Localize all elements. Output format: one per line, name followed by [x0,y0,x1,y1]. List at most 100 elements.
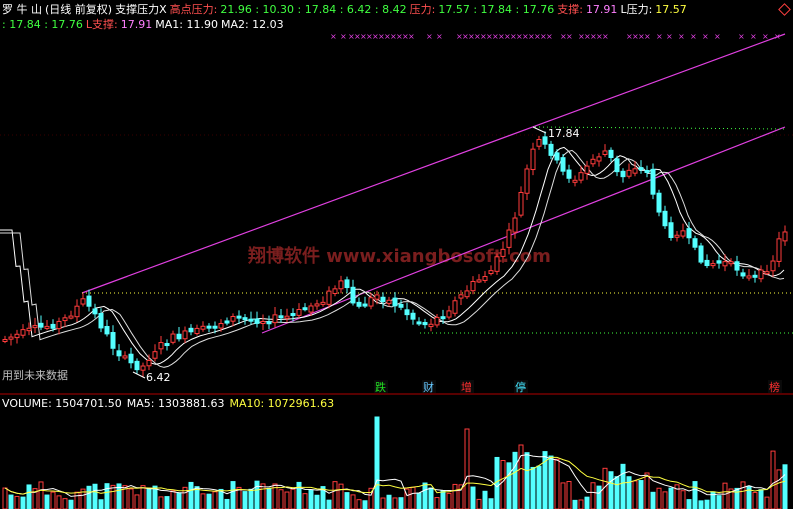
candle-body [392,297,398,307]
volume-bar [266,487,272,509]
candle-body [638,167,644,171]
candle-body [506,229,512,248]
volume-bar [770,450,776,509]
event-tag-5[interactable]: 榜 [769,380,780,394]
volume-bar [134,494,140,509]
event-tag-3[interactable]: 增 [461,380,472,394]
candle-body [602,150,608,155]
volume-bar [536,465,542,509]
candle-body [452,300,458,314]
peak-price-label: 17.84 [548,127,580,140]
candle-body [614,158,620,173]
volume-bar [260,483,266,509]
candle-body [548,143,554,156]
volume-bar [608,471,614,509]
candle-body [668,222,674,238]
candle-body [164,343,170,347]
volume-bar [650,491,656,509]
candle-body [248,318,254,322]
volume-bar [494,456,500,509]
volume-ma10-line [4,456,786,495]
signal-x-marker: × [750,32,757,41]
candle-body [446,310,452,318]
candle-body [596,156,602,162]
volume-bar [530,466,536,509]
volume-bar [350,494,356,509]
volume-bar [692,481,698,509]
candle-body [554,152,560,161]
candle-body [704,259,710,267]
volume-bar [506,462,512,509]
peak-pointer [532,126,547,134]
volume-bar [482,490,488,509]
volume-bar [170,490,176,509]
candle-body [92,308,98,315]
candle-body [86,295,92,307]
candle-body [560,157,566,172]
signal-markers: × × × × × × × × × × × × × × × × × × × × × × × × × × × × × × × × × × × × × × × ×… [330,32,781,41]
volume-bar [668,487,674,509]
candle-body [134,360,140,371]
event-tags[interactable]: 跌财增停榜 [374,380,782,394]
volume-bar [422,482,428,509]
candle-body [278,315,284,319]
volume-bar [386,494,392,509]
candle-body [650,168,656,195]
candle-body [308,305,314,313]
candle-body [620,170,626,178]
volume-bar [8,494,14,509]
candle-body [44,325,50,329]
volume-bar [212,491,218,509]
candle-body [716,260,722,264]
volume-bar [284,491,290,509]
candle-body [476,279,482,283]
candle-body [644,169,650,173]
candle-body [212,325,218,329]
volume-value: VOLUME: 1504701.50 [2,397,122,410]
volume-ma-lines [4,454,786,497]
candle-body [242,317,248,321]
volume-bar [662,491,668,509]
volume-bar [326,499,332,509]
volume-bar [218,488,224,509]
volume-bar [524,452,530,509]
future-data-note: 用到未来数据 [2,368,68,382]
signal-x-marker: × [762,32,769,41]
candle-body [26,327,32,332]
candle-body [20,329,26,336]
candle-body [686,228,692,239]
volume-bar [242,491,248,509]
volume-bar [308,489,314,509]
candle-body [104,325,110,335]
candle-body [608,149,614,159]
event-tag-4[interactable]: 停 [515,380,526,394]
candle-body [746,275,752,279]
volume-bar [20,496,26,509]
candle-body [488,270,494,275]
candle-body [116,350,122,357]
candle-body [518,191,524,216]
volume-bar [230,481,236,509]
volume-bar [98,499,104,509]
candlestick-chart[interactable]: 翔博软件 www.xiangbosoft.com × × × × × × × × × × × × × × ×… [0,0,793,509]
candle-body [350,286,356,304]
volume-bar [446,492,452,509]
volume-bar [392,497,398,509]
event-tag-2[interactable]: 财 [423,380,434,394]
volume-bar [128,488,134,509]
candle-body [692,238,698,248]
volume-ma10: MA10: 1072961.63 [229,397,335,410]
volume-bar [338,483,344,509]
volume-bar [332,481,338,509]
candle-body [218,323,224,329]
volume-bar [86,485,92,509]
candle-body [698,245,704,263]
signal-x-marker: × [566,32,573,41]
candle-body [152,351,158,359]
event-tag-1[interactable]: 跌 [375,380,386,394]
volume-bar [620,463,626,509]
volume-bar [176,492,182,509]
candle-body [482,276,488,281]
candle-body [572,179,578,183]
volume-bar [164,496,170,509]
